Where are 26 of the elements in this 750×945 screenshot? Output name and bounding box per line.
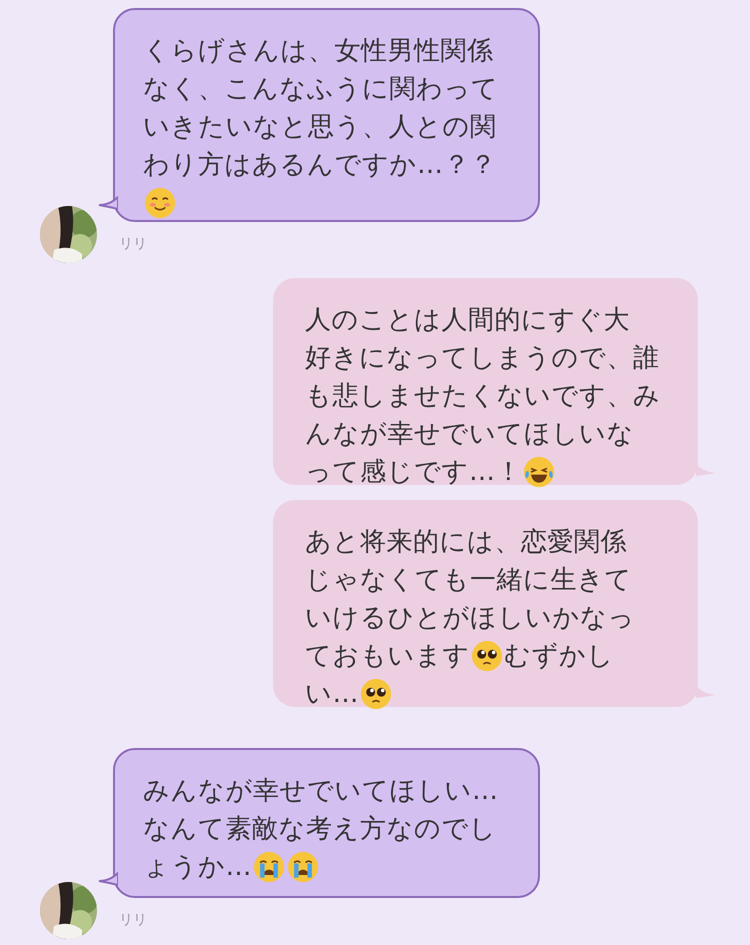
message-text: ておもいます — [305, 640, 470, 672]
message-text: くらげさんは、女性男性関係 — [143, 34, 494, 68]
message-text: みんなが幸せでいてほしい… — [143, 774, 498, 808]
message-text: なんて素敵な考え方なのでし — [143, 812, 496, 846]
face-icon — [360, 678, 392, 710]
message-text: じゃなくても一緒に生きて — [305, 564, 632, 596]
message-text: 人のことは人間的にすぐ大 — [305, 304, 630, 336]
message-text: むずかし — [504, 640, 614, 672]
message-text: って感じです…！ — [305, 456, 522, 488]
message-text: いきたいなと思う、人との関 — [143, 110, 496, 144]
message-text: も悲しませたくないです、み — [305, 380, 660, 412]
sender-name: リリ — [118, 911, 148, 930]
message-text: ょうか… — [143, 850, 252, 884]
message-text: なく、こんなふうに関わって — [143, 72, 498, 106]
message-text: わり方はあるんですか…？？ — [143, 148, 496, 182]
face-icon — [144, 187, 176, 219]
sender-name: リリ — [118, 235, 148, 254]
message-text: い… — [305, 678, 359, 710]
message-text: んなが幸せでいてほしいな — [305, 418, 634, 450]
face-icon — [523, 456, 555, 488]
message-text: 好きになってしまうので、誰 — [305, 342, 660, 374]
face-icon — [471, 640, 503, 672]
message-text: あと将来的には、恋愛関係 — [305, 526, 627, 558]
message-text: いけるひとがほしいかなっ — [305, 602, 635, 634]
face-icon — [253, 851, 285, 883]
face-icon — [287, 851, 319, 883]
